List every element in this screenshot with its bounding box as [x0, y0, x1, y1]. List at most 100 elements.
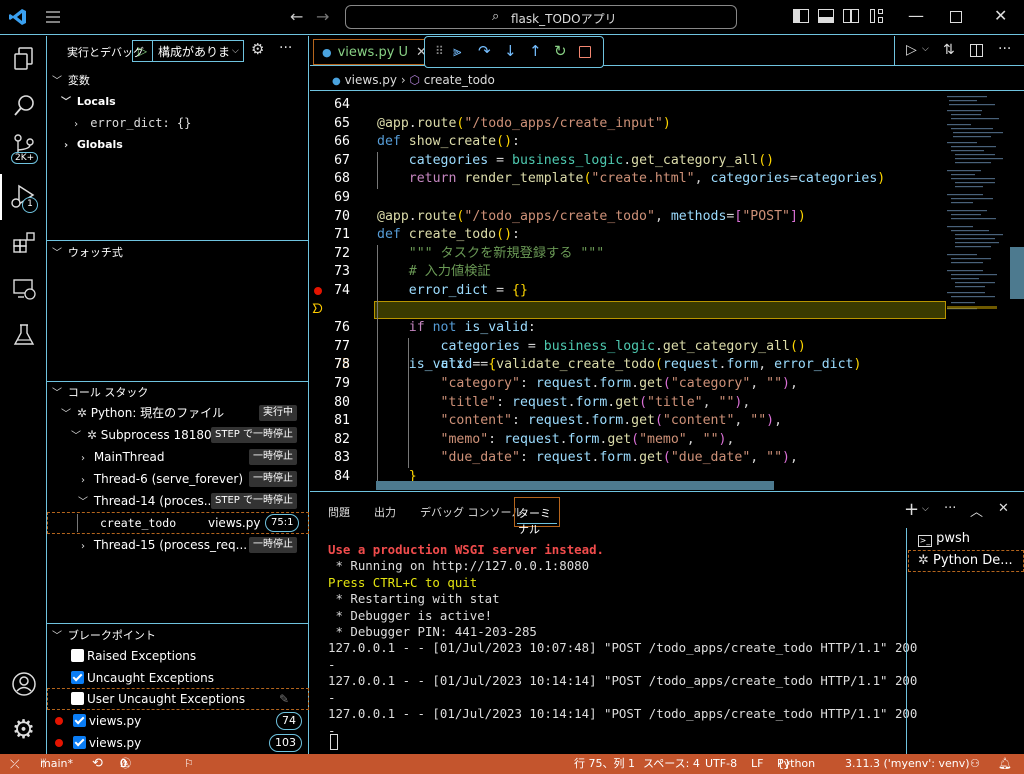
thread-item[interactable]: › Thread-6 (serve_forever) 一時停止 — [47, 468, 309, 490]
accounts-icon[interactable] — [0, 661, 47, 707]
tab-output[interactable]: 出力 — [374, 504, 396, 520]
more-actions-icon[interactable]: ··· — [944, 501, 956, 516]
toggle-secondary-sidebar-icon[interactable] — [843, 9, 859, 23]
breadcrumb-symbol[interactable]: create_todo — [424, 73, 495, 87]
run-python-file-icon[interactable]: ▷ — [906, 42, 917, 58]
locals-scope[interactable]: ﹀ Locals — [47, 91, 309, 113]
bottom-panel: 問題 出力 デバッグ コンソール ターミナル + ⌵ ··· ︿ ✕ Use a… — [310, 491, 1024, 755]
stack-frame-item[interactable]: create_todo views.py 75:1 — [47, 512, 309, 534]
forward-arrow-icon[interactable]: → — [316, 7, 329, 26]
watch-section-header[interactable]: ﹀ ウォッチ式 — [47, 241, 309, 263]
customize-layout-icon[interactable] — [870, 9, 884, 23]
encoding[interactable]: UTF-8 — [705, 754, 737, 774]
manage-gear-icon[interactable]: ⚙ — [0, 707, 47, 753]
call-stack-section-header[interactable]: ﹀ コール スタック — [47, 381, 309, 403]
exception-breakpoint-item[interactable]: Uncaught Exceptions — [47, 667, 309, 689]
sync-icon[interactable]: ⟲ — [92, 754, 103, 774]
variable-item[interactable]: › error_dict: {} — [47, 112, 309, 134]
exception-breakpoint-item[interactable]: User Uncaught Exceptions ✎ — [47, 688, 309, 710]
breakpoint-item[interactable]: views.py 103 — [47, 732, 309, 754]
vertical-scrollbar[interactable] — [1010, 247, 1024, 299]
code-line: 69 — [310, 189, 1010, 208]
end-of-line[interactable]: LF — [751, 754, 763, 774]
stop-icon[interactable] — [579, 46, 591, 58]
minimize-button[interactable]: — — [908, 6, 924, 25]
chevron-down-icon[interactable]: ⌵ — [922, 504, 929, 514]
open-changes-icon[interactable]: ⇅ — [943, 42, 955, 58]
breakpoint-dot-icon — [55, 739, 63, 747]
debug-status-icon[interactable]: ⚐ — [184, 754, 194, 774]
cursor-position[interactable]: 行 75、列 1 — [574, 754, 635, 774]
step-over-icon[interactable]: ↷ — [478, 42, 491, 60]
tab-problems[interactable]: 問題 — [328, 504, 350, 520]
new-terminal-plus-icon[interactable]: + — [904, 499, 919, 520]
frame-name: create_todo — [100, 516, 177, 530]
thread-item[interactable]: ﹀ Thread-14 (proces... STEP で一時停止 — [47, 490, 309, 512]
frame-file: views.py — [208, 516, 261, 530]
horizontal-scrollbar[interactable] — [376, 481, 774, 490]
debug-config-select[interactable]: ▷ 構成がありま ⌵ — [132, 40, 244, 62]
exception-breakpoint-item[interactable]: Raised Exceptions — [47, 645, 309, 667]
thread-item[interactable]: › MainThread 一時停止 — [47, 446, 309, 468]
run-debug-icon[interactable]: 1 — [0, 174, 47, 220]
open-launch-json-gear-icon[interactable]: ⚙ — [251, 40, 264, 58]
tab-views-py[interactable]: ● views.py U ✕ — [313, 39, 430, 65]
step-into-icon[interactable]: ↓ — [504, 42, 517, 60]
checkbox[interactable] — [72, 736, 86, 749]
breadcrumb-file[interactable]: views.py — [345, 73, 397, 87]
line-number: 71 — [334, 227, 350, 243]
variables-section-header[interactable]: ﹀ 変数 — [47, 69, 309, 91]
breakpoint-label: Raised Exceptions — [87, 649, 197, 663]
line-number: 68 — [334, 171, 350, 187]
tab-debug-console[interactable]: デバッグ コンソール — [420, 504, 523, 520]
continue-icon[interactable]: ⫸ — [453, 42, 461, 60]
close-window-button[interactable]: ✕ — [994, 6, 1007, 25]
more-actions-icon[interactable]: ··· — [279, 40, 292, 56]
step-out-icon[interactable]: ↑ — [529, 42, 542, 60]
python-interpreter[interactable]: 3.11.3 ('myenv': venv) — [845, 754, 970, 774]
thread-item[interactable]: › Thread-15 (process_req... 一時停止 — [47, 534, 309, 556]
breakpoint-item[interactable]: views.py 74 — [47, 710, 309, 732]
remote-explorer-icon[interactable] — [0, 266, 47, 312]
checkbox[interactable] — [71, 671, 84, 684]
menu-icon[interactable] — [45, 9, 61, 25]
debug-session[interactable]: ﹀ ✲ Python: 現在のファイル 実行中 — [47, 402, 309, 424]
checkbox[interactable] — [71, 692, 84, 705]
explorer-icon[interactable] — [0, 36, 47, 82]
checkbox[interactable] — [72, 714, 86, 727]
terminal-list-item[interactable]: ✲ Python De... — [908, 550, 1024, 572]
activity-bar: 2K+ 1 ⚙ — [0, 36, 47, 754]
subprocess-item[interactable]: ﹀ ✲ Subprocess 18180 STEP で一時停止 — [47, 424, 309, 446]
globals-scope[interactable]: › Globals — [47, 134, 309, 156]
checkbox[interactable] — [71, 649, 84, 662]
session-status-badge: 実行中 — [259, 405, 297, 421]
back-arrow-icon[interactable]: ← — [290, 7, 303, 26]
source-control-icon[interactable]: 2K+ — [0, 128, 47, 174]
extensions-icon[interactable] — [0, 220, 47, 266]
drag-handle-icon[interactable]: ⠿ — [435, 44, 444, 58]
close-panel-icon[interactable]: ✕ — [998, 501, 1009, 516]
edit-condition-pencil-icon[interactable]: ✎ — [279, 688, 289, 710]
breakpoints-section-header[interactable]: ﹀ ブレークポイント — [47, 624, 309, 646]
chevron-down-icon[interactable]: ⌵ — [922, 44, 929, 54]
command-center-search[interactable]: ⌕ flask_TODOアプリ — [345, 5, 737, 29]
toggle-panel-icon[interactable] — [818, 9, 834, 23]
testing-icon[interactable] — [0, 312, 47, 358]
variable-text: error_dict: {} — [90, 116, 192, 130]
restart-icon[interactable]: ↻ — [554, 42, 567, 60]
minimap[interactable] — [945, 92, 1009, 490]
notifications-bell-icon[interactable]: 🔔︎ — [998, 754, 1012, 774]
search-icon[interactable] — [0, 82, 47, 128]
terminal-list-item[interactable]: >_ pwsh — [908, 528, 1024, 550]
code-editor[interactable]: 64 65 @app.route("/todo_apps/create_input… — [310, 92, 1024, 490]
indentation[interactable]: スペース: 4 — [643, 754, 700, 774]
more-actions-icon[interactable]: ··· — [998, 41, 1011, 57]
remote-indicator-icon[interactable]: ⤫ — [10, 754, 20, 774]
toggle-primary-sidebar-icon[interactable] — [793, 9, 809, 23]
split-editor-icon[interactable] — [970, 44, 983, 57]
start-debugging-icon[interactable]: ▷ — [133, 41, 153, 61]
feedback-icon[interactable]: ⚇ — [970, 754, 980, 774]
maximize-button[interactable] — [950, 11, 962, 23]
tab-terminal[interactable]: ターミナル — [514, 497, 560, 536]
maximize-panel-icon[interactable]: ︿ — [970, 501, 983, 520]
